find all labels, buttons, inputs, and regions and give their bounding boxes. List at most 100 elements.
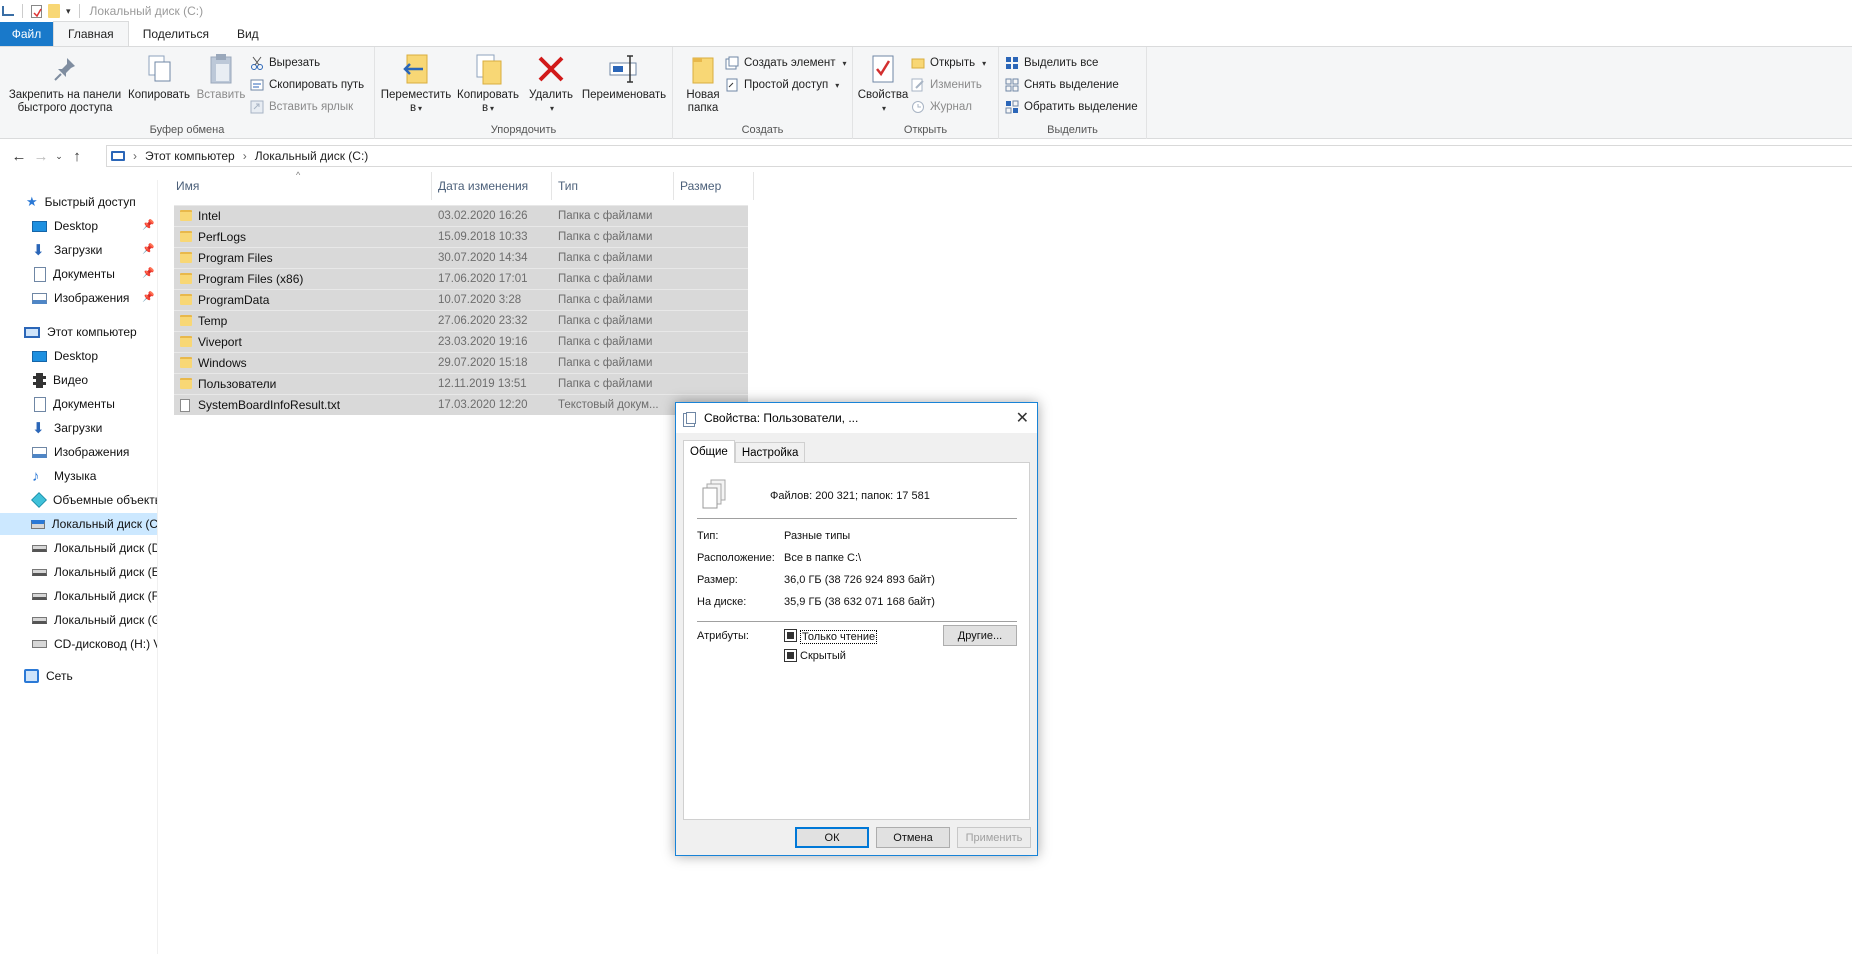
file-row[interactable]: Program Files (x86) 17.06.2020 17:01 Пап… [174,268,748,289]
tab-home[interactable]: Главная [53,21,129,46]
folder-icon [180,210,192,221]
pin-icon[interactable]: 📌 [142,268,154,279]
sidebar-item-label: Локальный диск (F [54,589,158,603]
chevron-down-icon: ▾ [982,58,987,68]
pin-icon[interactable]: 📌 [142,292,154,303]
pin-icon[interactable]: 📌 [142,220,154,231]
properties-dialog: Свойства: Пользователи, ... ✕ Общие Наст… [675,402,1038,856]
tab-view[interactable]: Вид [223,22,273,46]
sidebar-item-drive-f[interactable]: Локальный диск (F [32,585,158,607]
file-row[interactable]: SystemBoardInfoResult.txt 17.03.2020 12:… [174,394,748,415]
sidebar-item-documents[interactable]: Документы [32,393,115,415]
file-row[interactable]: Temp 27.06.2020 23:32 Папка с файлами [174,310,748,331]
hidden-checkbox[interactable] [784,649,797,662]
sidebar-item-cd-drive[interactable]: CD-дисковод (H:) V [32,633,157,655]
pin-icon[interactable]: 📌 [142,244,154,255]
copy-button[interactable]: Копировать [124,49,194,102]
select-all-button[interactable]: Выделить все [1005,54,1098,72]
sidebar-item-documents-quick[interactable]: Документы [32,263,115,285]
column-size[interactable]: Размер [674,172,754,200]
file-row[interactable]: Windows 29.07.2020 15:18 Папка с файлами [174,352,748,373]
breadcrumb-this-pc[interactable]: Этот компьютер [145,149,235,163]
file-row[interactable]: Intel 03.02.2020 16:26 Папка с файлами [174,205,748,226]
address-box[interactable]: › Этот компьютер › Локальный диск (C:) [106,145,1852,167]
copy-to-button[interactable]: Копировать в ▾ [452,49,524,115]
file-row[interactable]: Program Files 30.07.2020 14:34 Папка с ф… [174,247,748,268]
move-to-button[interactable]: Переместить в ▾ [380,49,452,115]
sidebar-item-quick-access[interactable]: ★ Быстрый доступ [26,191,136,213]
sidebar-item-desktop[interactable]: Desktop [32,345,98,367]
column-name[interactable]: Имя [172,172,432,200]
sidebar-item-network[interactable]: Сеть [24,665,73,687]
close-icon[interactable]: ✕ [1016,408,1029,428]
tab-share[interactable]: Поделиться [129,22,223,46]
new-folder-quick-icon[interactable] [48,4,60,18]
up-arrow-icon[interactable]: ↑ [66,148,88,165]
forward-arrow-icon[interactable]: → [30,148,52,165]
paste-button[interactable]: Вставить [192,49,250,102]
sidebar-item-drive-d[interactable]: Локальный диск (D [32,537,157,559]
sidebar-item-this-pc[interactable]: Этот компьютер [24,321,137,343]
hidden-label[interactable]: Скрытый [800,650,846,662]
apply-button[interactable]: Применить [957,827,1031,848]
sidebar-item-3d-objects[interactable]: Объемные объекты [31,489,157,511]
invert-selection-button[interactable]: Обратить выделение [1005,98,1138,116]
open-label: Открыть [930,57,976,69]
edit-button[interactable]: Изменить [911,76,982,94]
pictures-icon [32,292,47,304]
chevron-down-icon[interactable]: ▾ [66,6,71,17]
sidebar-item-drive-g[interactable]: Локальный диск (G [32,609,157,631]
sidebar-item-pictures-quick[interactable]: Изображения [32,287,129,309]
column-date-modified[interactable]: Дата изменения [432,172,552,200]
file-row[interactable]: Пользователи 12.11.2019 13:51 Папка с фа… [174,373,748,394]
folder-icon [180,315,192,326]
breadcrumb-drive-c[interactable]: Локальный диск (C:) [255,149,369,163]
open-button[interactable]: Открыть ▾ [911,54,986,72]
sidebar-item-drive-e[interactable]: Локальный диск (E [32,561,157,583]
readonly-label[interactable]: Только чтение [800,630,878,644]
sidebar-item-desktop-quick[interactable]: Desktop [32,215,98,237]
back-arrow-icon[interactable]: ← [8,148,30,165]
drive-icon [32,568,47,576]
size-value: 36,0 ГБ (38 726 924 893 байт) [784,574,935,586]
pin-quick-access-button[interactable]: Закрепить на панели быстрого доступа [6,49,124,115]
tab-general[interactable]: Общие [683,440,735,463]
ok-button[interactable]: ОК [795,827,869,848]
title-bar: ▾ Локальный диск (C:) [0,0,1852,22]
sidebar-item-downloads-quick[interactable]: ⬇ Загрузки [32,239,102,261]
new-folder-button[interactable]: Новая папка [677,49,729,115]
tab-customize[interactable]: Настройка [734,442,806,463]
file-row[interactable]: Viveport 23.03.2020 19:16 Папка с файлам… [174,331,748,352]
cancel-button[interactable]: Отмена [876,827,950,848]
recent-chevron-icon[interactable]: ⌄ [52,151,66,162]
properties-button[interactable]: Свойства ▾ [855,49,911,115]
paste-label: Вставить [196,89,246,101]
rename-button[interactable]: Переименовать [579,49,669,102]
sidebar-item-videos[interactable]: Видео [32,369,88,391]
new-item-button[interactable]: Создать элемент ▾ [725,54,847,72]
dialog-title-bar[interactable]: Свойства: Пользователи, ... [676,403,1037,433]
readonly-checkbox[interactable] [784,629,797,642]
cut-button[interactable]: Вырезать [250,54,320,72]
file-row[interactable]: PerfLogs 15.09.2018 10:33 Папка с файлам… [174,226,748,247]
paste-shortcut-button[interactable]: Вставить ярлык [250,98,353,116]
file-row[interactable]: ProgramData 10.07.2020 3:28 Папка с файл… [174,289,748,310]
new-folder-icon [692,57,714,84]
copy-path-button[interactable]: Скопировать путь [250,76,364,94]
sidebar-item-music[interactable]: ♪ Музыка [32,465,96,487]
properties-quick-icon[interactable] [31,4,42,18]
tab-file[interactable]: Файл [0,22,53,46]
sidebar-item-pictures[interactable]: Изображения [32,441,129,463]
column-type[interactable]: Тип [552,172,674,200]
delete-button[interactable]: Удалить ▾ [524,49,578,115]
divider [697,621,1017,623]
easy-access-button[interactable]: Простой доступ ▾ [725,76,839,94]
sidebar-item-drive-c[interactable]: Локальный диск (C [0,513,157,535]
delete-icon [538,56,564,82]
select-none-button[interactable]: Снять выделение [1005,76,1119,94]
other-attributes-button[interactable]: Другие... [943,625,1017,646]
sidebar-item-downloads[interactable]: ⬇ Загрузки [32,417,102,439]
document-icon [34,266,46,282]
history-button[interactable]: Журнал [911,98,972,116]
file-name: Windows [198,356,247,370]
